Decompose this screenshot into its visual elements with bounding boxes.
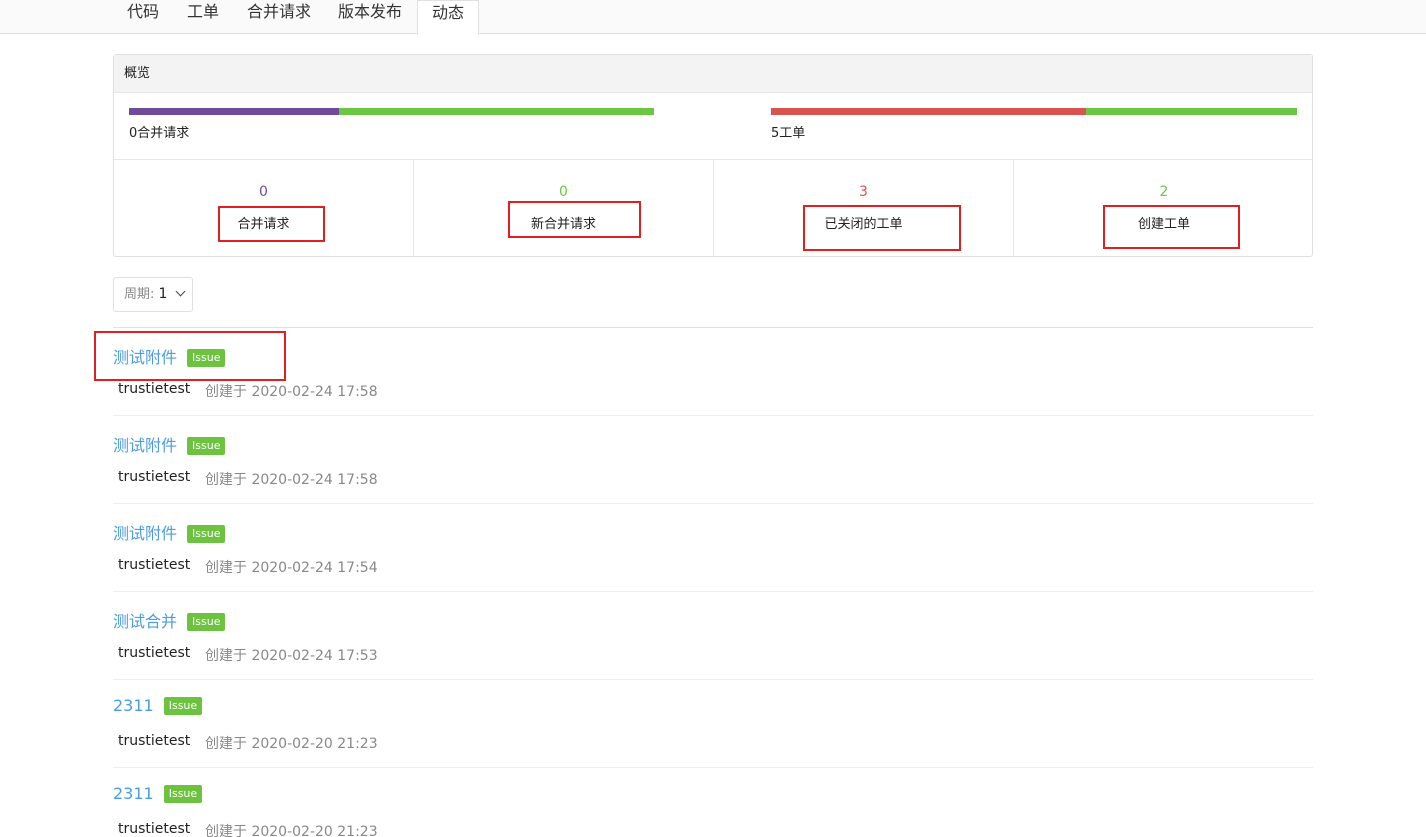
tab-issues[interactable]: 工单: [187, 0, 219, 34]
issue-bar-label: 5工单: [771, 126, 806, 141]
overview-title: 概览: [114, 55, 1312, 93]
list-item: 测试附件 Issue trustietest 创建于 2020-02-24 17:…: [113, 504, 1313, 592]
issue-title-link[interactable]: 2311 Issue: [113, 696, 203, 715]
issue-title-link[interactable]: 测试附件 Issue: [113, 520, 226, 544]
author-link[interactable]: trustietest: [118, 821, 190, 837]
issue-title-link[interactable]: 测试附件 Issue: [113, 344, 226, 368]
author-link[interactable]: trustietest: [118, 645, 190, 661]
list-item: 2311 Issue trustietest 创建于 2020-02-20 21:…: [113, 680, 1313, 768]
merge-bar-segment-open: [129, 108, 339, 115]
list-item: 测试附件 Issue trustietest 创建于 2020-02-24 17:…: [113, 416, 1313, 504]
created-time: 创建于 2020-02-24 17:53: [205, 648, 378, 664]
stat-value: 2: [1159, 184, 1169, 200]
issue-title-link[interactable]: 2311 Issue: [113, 784, 203, 803]
issue-badge: Issue: [187, 437, 226, 455]
author-link[interactable]: trustietest: [118, 381, 190, 397]
stat-value: 0: [559, 184, 568, 200]
chevron-down-icon: [175, 286, 186, 297]
author-link[interactable]: trustietest: [118, 557, 190, 573]
issue-badge: Issue: [187, 349, 226, 367]
issue-badge: Issue: [163, 697, 203, 715]
merge-bar-label: 0合并请求: [129, 126, 190, 141]
annotation-box: [508, 201, 641, 238]
tab-code[interactable]: 代码: [127, 0, 159, 34]
issue-bar-segment-closed: [771, 108, 1086, 115]
stat-value: 3: [859, 184, 868, 200]
tab-activity[interactable]: 动态: [417, 0, 479, 35]
annotation-box: [218, 206, 325, 242]
period-label: 周期:: [124, 287, 155, 302]
list-item: 2311 Issue trustietest 创建于 2020-02-20 21:…: [113, 768, 1313, 837]
issue-title-link[interactable]: 测试附件 Issue: [113, 432, 226, 456]
created-time: 创建于 2020-02-20 21:23: [205, 824, 378, 837]
issue-title[interactable]: 2311: [113, 784, 154, 803]
issue-title[interactable]: 2311: [113, 696, 154, 715]
stat-value: 0: [259, 184, 268, 200]
annotation-box: [803, 205, 961, 251]
issue-title[interactable]: 测试合并: [113, 612, 177, 631]
issue-title[interactable]: 测试附件: [113, 348, 177, 367]
issue-title[interactable]: 测试附件: [113, 524, 177, 543]
tab-releases[interactable]: 版本发布: [338, 0, 402, 34]
tab-merge-requests[interactable]: 合并请求: [247, 0, 311, 34]
repo-tab-bar: 代码 工单 合并请求 版本发布 动态: [0, 0, 1426, 35]
created-time: 创建于 2020-02-24 17:54: [205, 560, 378, 576]
annotation-box: [1103, 205, 1240, 249]
created-time: 创建于 2020-02-20 21:23: [205, 736, 378, 752]
issue-badge: Issue: [187, 525, 226, 543]
issue-badge: Issue: [187, 613, 226, 631]
created-time: 创建于 2020-02-24 17:58: [205, 472, 378, 488]
author-link[interactable]: trustietest: [118, 733, 190, 749]
issue-title-link[interactable]: 测试合并 Issue: [113, 608, 226, 632]
list-item: 测试附件 Issue trustietest 创建于 2020-02-24 17:…: [113, 328, 1313, 416]
merge-bar-segment-merged: [339, 108, 654, 115]
list-item: 测试合并 Issue trustietest 创建于 2020-02-24 17:…: [113, 592, 1313, 680]
author-link[interactable]: trustietest: [118, 469, 190, 485]
period-select[interactable]: 周期: 1: [113, 277, 193, 312]
created-time: 创建于 2020-02-24 17:58: [205, 384, 378, 400]
issue-badge: Issue: [163, 785, 203, 803]
period-value: 1: [158, 286, 168, 302]
issue-title[interactable]: 测试附件: [113, 436, 177, 455]
issue-bar-segment-open: [1086, 108, 1297, 115]
